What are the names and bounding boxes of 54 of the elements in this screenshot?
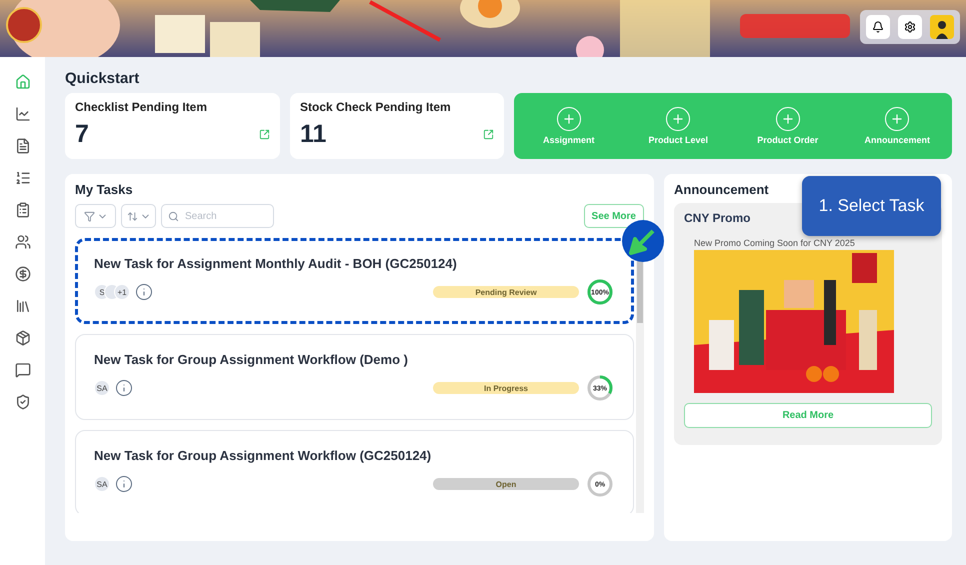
bell-icon <box>872 21 884 33</box>
settings-button[interactable] <box>898 15 922 39</box>
task-title: New Task for Group Assignment Workflow (Demo ) <box>94 352 409 367</box>
panel-title: Announcement <box>674 182 769 197</box>
card-title: CNY Promo <box>684 211 750 225</box>
message-icon[interactable] <box>14 362 30 378</box>
settings-icon <box>904 21 916 33</box>
box-icon[interactable] <box>14 330 30 346</box>
card-subtitle: New Promo Coming Soon for CNY 2025 <box>694 238 855 248</box>
document-icon[interactable] <box>14 138 30 154</box>
plus-icon <box>556 107 581 131</box>
stat-label: Stock Check Pending Item <box>300 100 452 114</box>
quick-action-button[interactable]: Product Order <box>757 107 818 145</box>
chart-icon[interactable] <box>14 106 30 122</box>
user-avatar[interactable] <box>930 15 954 39</box>
more-assignees-badge: +1 <box>114 284 130 300</box>
search-field[interactable]: Search <box>161 204 274 228</box>
read-more-button[interactable]: Read More <box>684 403 932 428</box>
task-title: New Task for Group Assignment Workflow (GC250124) <box>94 448 432 463</box>
quick-action-button[interactable]: Announcement <box>864 107 930 145</box>
plus-icon <box>776 107 800 131</box>
sort-button[interactable] <box>121 204 156 228</box>
assignee-avatar: SA <box>94 476 110 492</box>
see-more-button[interactable]: See More <box>584 204 644 228</box>
task-title: New Task for Assignment Monthly Audit - BOH (GC250124) <box>94 256 458 271</box>
stat-label: Checklist Pending Item <box>75 100 208 114</box>
status-pill: In Progress <box>433 382 579 394</box>
info-icon[interactable] <box>115 379 133 397</box>
numbered-list-icon[interactable] <box>14 170 30 186</box>
filter-icon <box>84 210 94 222</box>
search-icon <box>168 211 179 222</box>
stat-value: 7 <box>75 120 89 149</box>
stat-value: 11 <box>300 120 326 149</box>
status-pill: Open <box>433 478 579 490</box>
notification-button[interactable] <box>866 15 890 39</box>
guide-tooltip: 1. Select Task <box>802 176 941 236</box>
guide-arrow-tooltip <box>621 219 665 263</box>
info-icon[interactable] <box>115 475 133 493</box>
quick-action-button[interactable]: Product Level <box>648 107 708 145</box>
books-icon[interactable] <box>14 298 30 314</box>
filter-button[interactable] <box>75 204 116 228</box>
info-icon[interactable] <box>135 283 153 301</box>
section-title: Quickstart <box>65 70 140 87</box>
status-pill: Pending Review <box>433 286 579 298</box>
sort-icon <box>126 210 138 222</box>
users-icon[interactable] <box>14 234 30 250</box>
plus-icon <box>885 107 910 131</box>
clipboard-icon[interactable] <box>14 202 30 218</box>
panel-title: My Tasks <box>75 182 133 197</box>
quick-action-button[interactable]: Assignment <box>542 107 594 145</box>
assignee-avatar: SA <box>94 380 110 396</box>
dollar-icon[interactable] <box>14 266 30 282</box>
shield-icon[interactable] <box>14 394 30 410</box>
plus-icon <box>666 107 690 131</box>
